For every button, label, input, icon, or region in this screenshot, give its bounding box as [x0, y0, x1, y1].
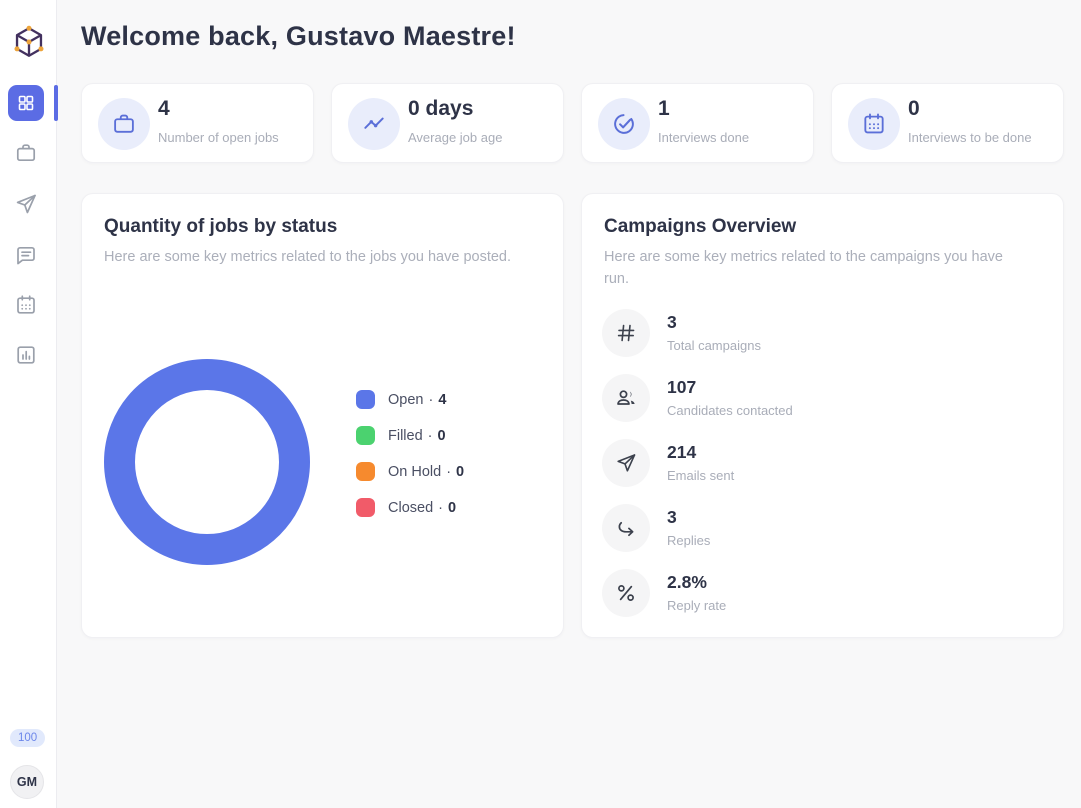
metric-candidates-contacted: 107 Candidates contacted: [602, 374, 1022, 422]
page-title: Welcome back, Gustavo Maestre!: [81, 21, 516, 51]
sidebar-item-reports[interactable]: [8, 337, 44, 373]
chat-icon: [17, 246, 35, 265]
metric-label: Emails sent: [667, 468, 735, 483]
stat-label: Interviews to be done: [908, 130, 1032, 145]
stat-card-interviews-done: 1 Interviews done: [581, 83, 814, 163]
stat-card-avg-job-age: 0 days Average job age: [331, 83, 564, 163]
stat-value: 0: [908, 97, 920, 120]
legend-separator: ·: [428, 391, 434, 408]
credits-badge[interactable]: 100: [10, 729, 46, 747]
trend-line-icon: [348, 98, 400, 150]
calendar-icon: [17, 295, 35, 314]
metric-value: 107: [667, 377, 697, 397]
campaigns-overview-panel: Campaigns Overview Here are some key met…: [581, 193, 1064, 638]
percent-icon: [602, 569, 650, 617]
metric-value: 2.8%: [667, 572, 707, 592]
dashboard-page: 100 GM Welcome back, Gustavo Maestre! 4 …: [0, 0, 1081, 808]
sidebar-item-messages[interactable]: [8, 237, 44, 273]
legend-item-filled[interactable]: Filled · 0: [356, 426, 464, 445]
stat-value: 4: [158, 97, 170, 120]
legend-label: Closed: [388, 499, 434, 516]
stat-label: Average job age: [408, 130, 503, 145]
legend-swatch: [356, 390, 375, 409]
legend-separator: ·: [438, 499, 443, 516]
metric-value: 3: [667, 507, 677, 527]
metric-reply-rate: 2.8% Reply rate: [602, 569, 1022, 617]
chart-legend: Open · 4 Filled · 0 On Hold · 0 Closed ·…: [356, 390, 464, 534]
sidebar-item-campaigns[interactable]: [8, 186, 44, 222]
sidebar: 100 GM: [0, 0, 57, 808]
metric-emails-sent: 214 Emails sent: [602, 439, 1022, 487]
panel-subtitle: Here are some key metrics related to the…: [604, 249, 1003, 287]
briefcase-icon: [16, 144, 36, 162]
jobs-by-status-panel: Quantity of jobs by status Here are some…: [81, 193, 564, 638]
bar-chart-icon: [17, 346, 35, 364]
legend-value: 4: [438, 391, 447, 408]
briefcase-icon: [98, 98, 150, 150]
cube-logo-icon: [14, 25, 44, 57]
metric-value: 214: [667, 442, 697, 462]
reply-arrow-icon: [602, 504, 650, 552]
metric-value: 3: [667, 312, 677, 332]
legend-swatch: [356, 426, 375, 445]
legend-item-closed[interactable]: Closed · 0: [356, 498, 464, 517]
stat-label: Number of open jobs: [158, 130, 279, 145]
user-avatar[interactable]: GM: [10, 765, 44, 799]
send-icon: [602, 439, 650, 487]
legend-value: 0: [447, 499, 457, 516]
stat-label: Interviews done: [658, 130, 750, 145]
metric-label: Total campaigns: [667, 338, 761, 353]
legend-value: 0: [456, 463, 465, 480]
legend-swatch: [356, 498, 375, 517]
legend-item-open[interactable]: Open · 4: [356, 390, 464, 409]
sidebar-item-calendar[interactable]: [8, 287, 44, 323]
people-icon: [602, 374, 650, 422]
metric-total-campaigns: 3 Total campaigns: [602, 309, 1022, 357]
active-nav-indicator: [54, 85, 58, 121]
legend-label: Filled: [388, 427, 423, 444]
stat-card-interviews-to-be-done: 0 Interviews to be done: [831, 83, 1064, 163]
legend-item-on-hold[interactable]: On Hold · 0: [356, 462, 464, 481]
metric-label: Reply rate: [667, 598, 727, 613]
panel-title: Quantity of jobs by status: [104, 216, 338, 237]
stat-card-open-jobs: 4 Number of open jobs: [81, 83, 314, 163]
stat-value: 0 days: [408, 97, 474, 120]
legend-label: On Hold: [388, 463, 442, 480]
calendar-icon: [848, 98, 900, 150]
panel-subtitle: Here are some key metrics related to the…: [104, 249, 512, 265]
legend-separator: ·: [427, 427, 433, 444]
hash-icon: [602, 309, 650, 357]
stat-value: 1: [658, 97, 670, 120]
metric-label: Candidates contacted: [667, 403, 793, 418]
send-icon: [16, 194, 36, 214]
dashboard-grid-icon: [18, 95, 34, 111]
legend-swatch: [356, 462, 375, 481]
donut-chart: [104, 359, 310, 565]
check-circle-icon: [598, 98, 650, 150]
sidebar-item-jobs[interactable]: [8, 135, 44, 171]
sidebar-item-dashboard[interactable]: [8, 85, 44, 121]
legend-separator: ·: [446, 463, 452, 480]
metric-replies: 3 Replies: [602, 504, 1022, 552]
metric-label: Replies: [667, 533, 711, 548]
legend-value: 0: [437, 427, 446, 444]
panel-title: Campaigns Overview: [604, 216, 797, 237]
legend-label: Open: [388, 391, 424, 408]
app-logo[interactable]: [11, 24, 47, 60]
